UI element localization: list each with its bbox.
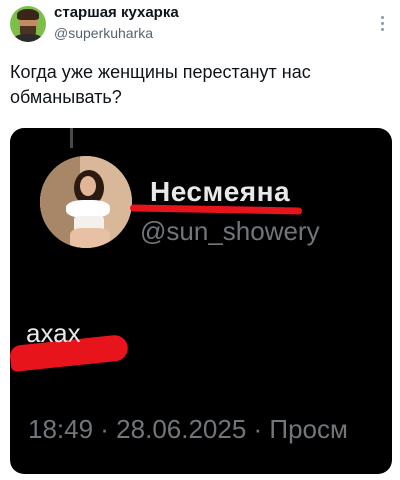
quoted-text: ахах — [26, 318, 81, 348]
more-options-icon[interactable] — [375, 12, 389, 36]
quoted-avatar — [40, 156, 132, 248]
tweet-text: Когда уже женщины перестанут нас обманыв… — [10, 62, 311, 107]
avatar-hair — [17, 9, 39, 20]
quoted-handle: @sun_showery — [140, 216, 320, 246]
author-handle[interactable]: @superkuharka — [54, 25, 153, 41]
author-name[interactable]: старшая кухарка — [54, 4, 179, 21]
thread-line — [70, 128, 73, 148]
author-avatar[interactable] — [10, 6, 46, 42]
quoted-timestamp: 18:49 · 28.06.2025 · Просм — [28, 414, 348, 444]
attached-screenshot[interactable]: Несмеяна @sun_showery ахах 18:49 · 28.06… — [10, 128, 392, 474]
quoted-name: Несмеяна — [150, 176, 291, 207]
avatar-shirt — [14, 34, 42, 42]
